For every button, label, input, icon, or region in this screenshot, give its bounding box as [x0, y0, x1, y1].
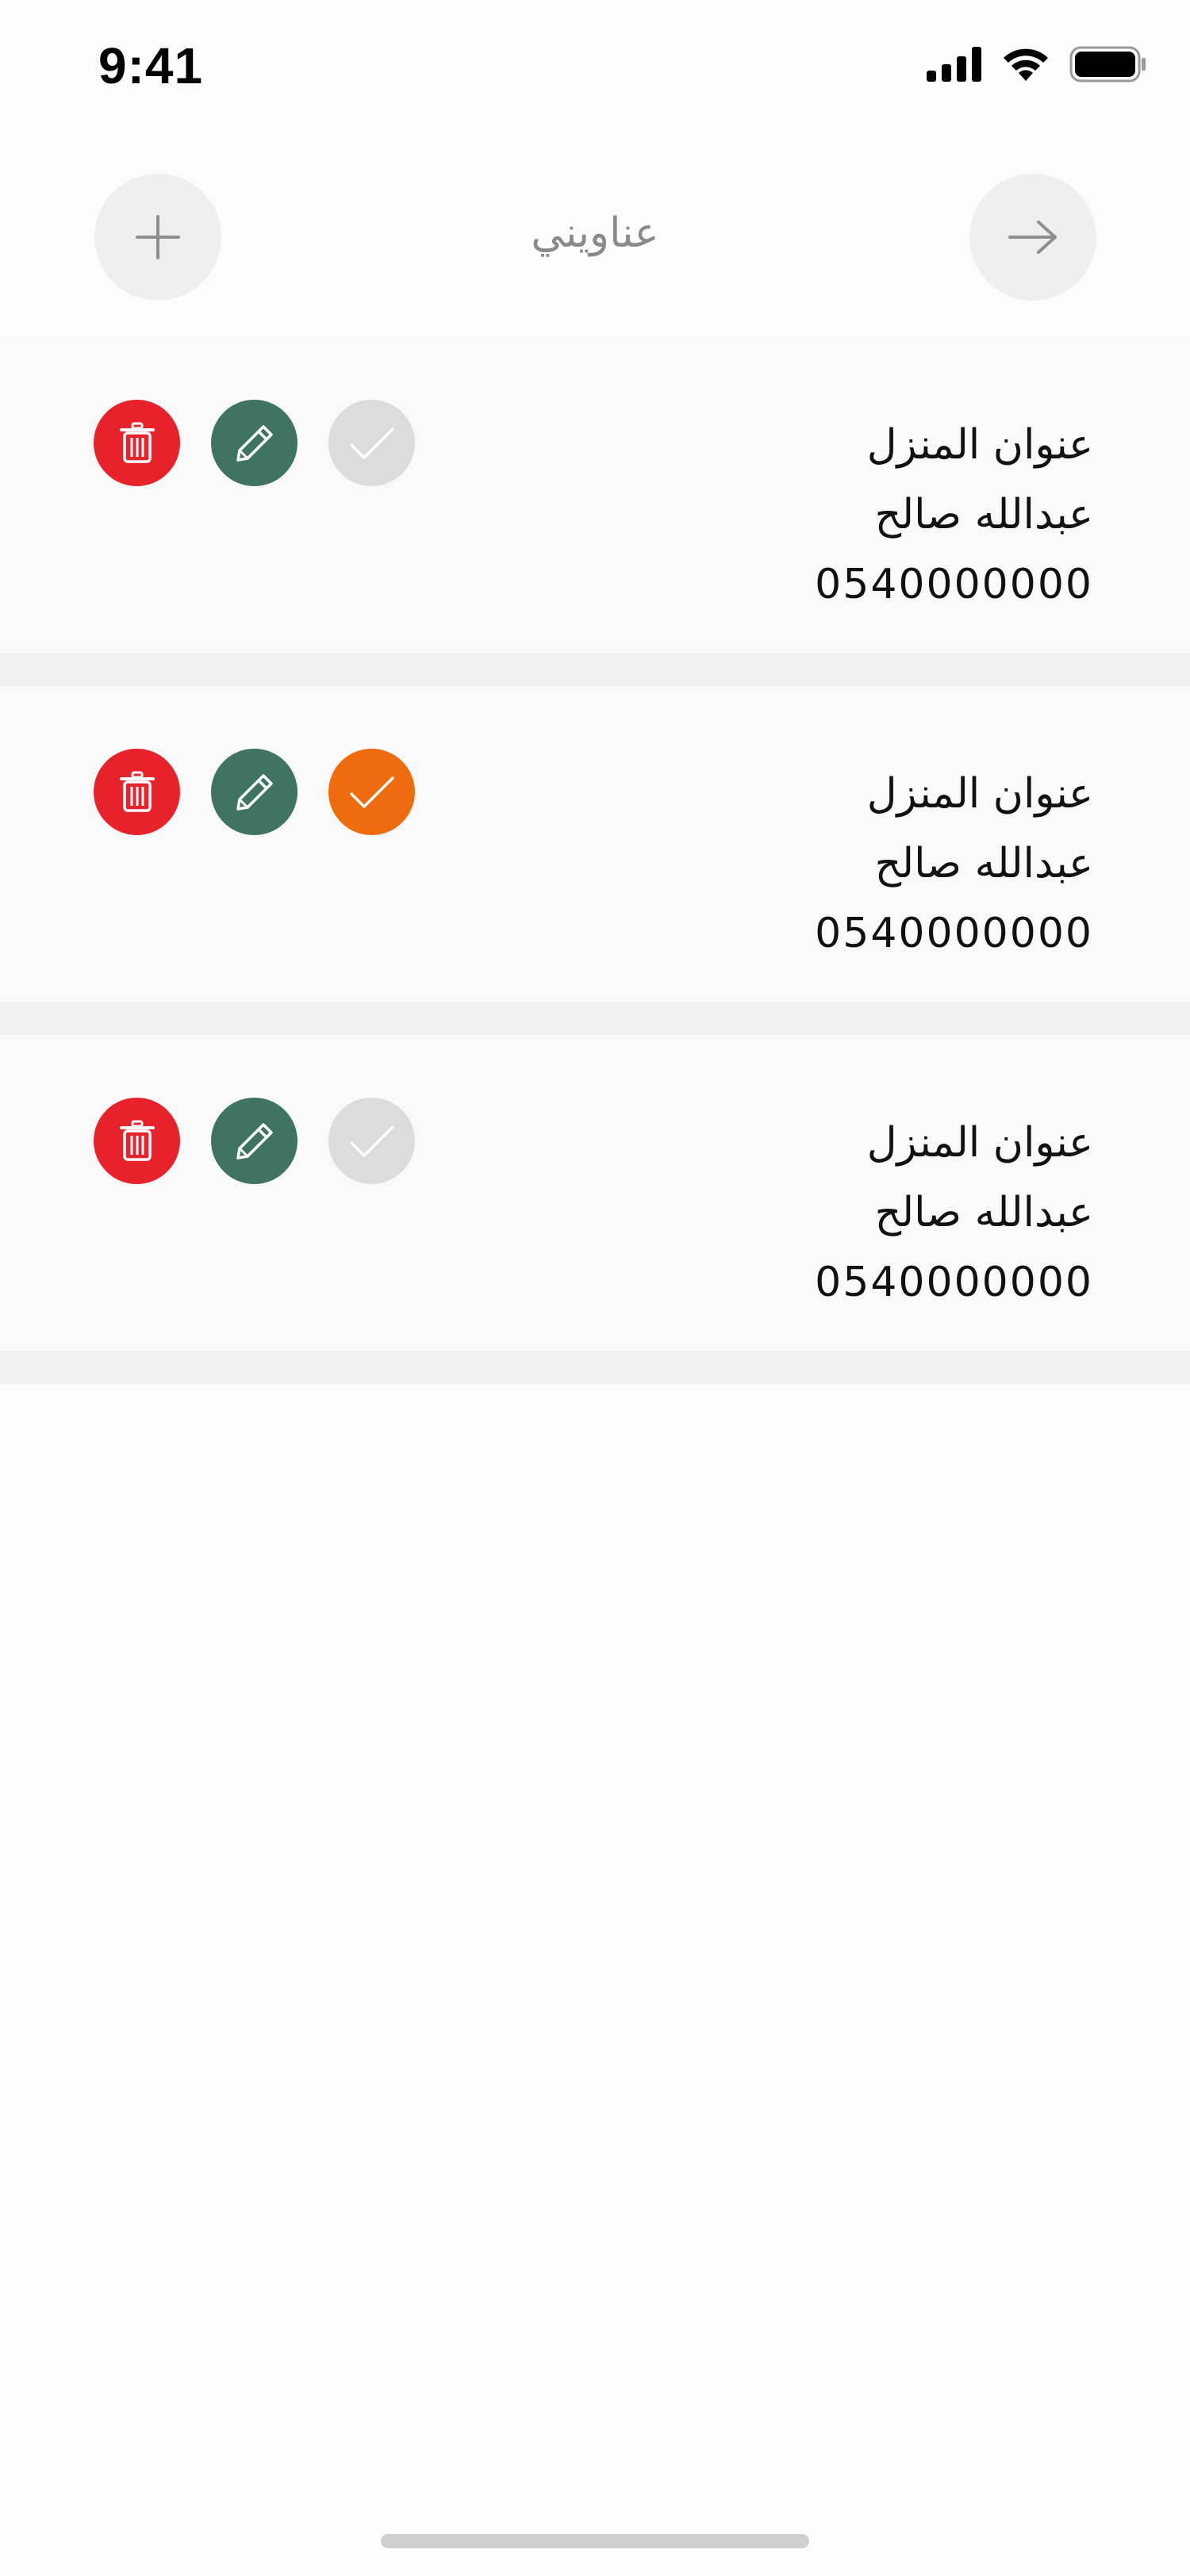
address-name: عبدالله صالح — [874, 840, 1093, 887]
set-default-address-button[interactable] — [328, 1098, 415, 1184]
delete-address-button[interactable] — [94, 400, 180, 486]
status-icons — [927, 46, 1147, 82]
address-card[interactable]: عنوان المنزل عبدالله صالح 0540000000 — [0, 1035, 1190, 1384]
address-actions — [94, 1098, 415, 1184]
check-icon — [349, 776, 394, 808]
arrow-right-icon — [1008, 220, 1057, 254]
home-indicator — [381, 2534, 809, 2548]
address-phone: 0540000000 — [815, 910, 1093, 957]
pencil-icon — [236, 424, 273, 462]
address-label: عنوان المنزل — [866, 1119, 1093, 1167]
address-name: عبدالله صالح — [874, 1189, 1093, 1236]
cellular-signal-icon — [927, 47, 981, 82]
check-icon — [349, 427, 394, 459]
address-label: عنوان المنزل — [866, 770, 1093, 818]
pencil-icon — [236, 1122, 273, 1160]
address-phone: 0540000000 — [815, 1259, 1093, 1306]
address-phone: 0540000000 — [815, 561, 1093, 608]
set-default-address-button[interactable] — [328, 400, 415, 486]
back-button[interactable] — [969, 174, 1096, 301]
wifi-icon — [1004, 48, 1048, 81]
edit-address-button[interactable] — [211, 1098, 298, 1184]
address-card[interactable]: عنوان المنزل عبدالله صالح 0540000000 — [0, 686, 1190, 1035]
address-details: عنوان المنزل عبدالله صالح 0540000000 — [815, 1108, 1093, 1317]
check-icon — [349, 1125, 394, 1157]
trash-icon — [119, 422, 155, 463]
header: عناويني — [0, 135, 1190, 337]
delete-address-button[interactable] — [94, 1098, 180, 1184]
address-actions — [94, 749, 415, 835]
address-actions — [94, 400, 415, 486]
address-card[interactable]: عنوان المنزل عبدالله صالح 0540000000 — [0, 337, 1190, 686]
status-bar: 9:41 — [0, 0, 1190, 135]
pencil-icon — [236, 773, 273, 811]
set-default-address-button[interactable] — [328, 749, 415, 835]
address-details: عنوان المنزل عبدالله صالح 0540000000 — [815, 759, 1093, 968]
edit-address-button[interactable] — [211, 400, 298, 486]
battery-icon — [1069, 46, 1146, 82]
edit-address-button[interactable] — [211, 749, 298, 835]
address-list: عنوان المنزل عبدالله صالح 0540000000 عنو… — [0, 337, 1190, 1384]
address-name: عبدالله صالح — [874, 491, 1093, 539]
status-time: 9:41 — [98, 37, 204, 94]
address-details: عنوان المنزل عبدالله صالح 0540000000 — [815, 410, 1093, 619]
trash-icon — [119, 1120, 155, 1161]
delete-address-button[interactable] — [94, 749, 180, 835]
trash-icon — [119, 771, 155, 812]
address-label: عنوان المنزل — [866, 421, 1093, 469]
